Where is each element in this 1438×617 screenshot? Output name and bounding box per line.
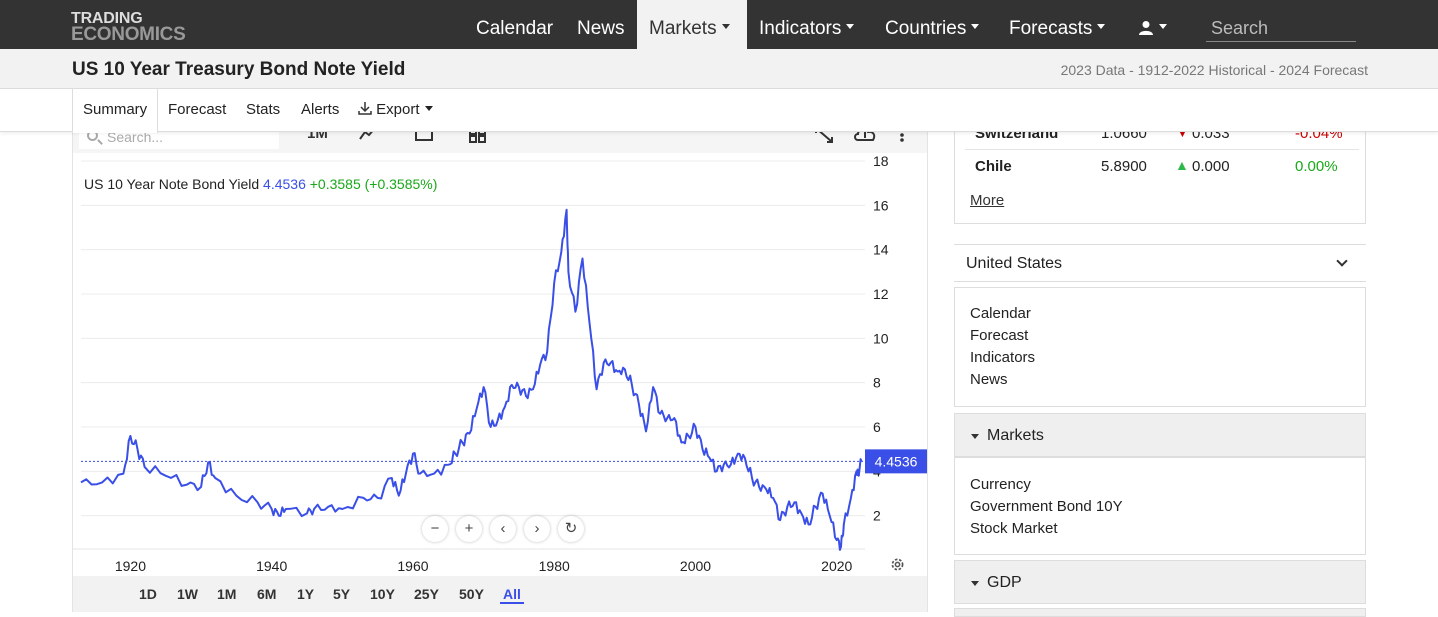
settings-gear-icon[interactable] <box>889 556 906 573</box>
zoom-in-button[interactable]: + <box>456 516 482 542</box>
pan-left-button[interactable]: ‹ <box>490 516 516 542</box>
link-stock-market[interactable]: Stock Market <box>970 520 1058 537</box>
nav-news[interactable]: News <box>565 0 637 49</box>
logo-line-2: ECONOMICS <box>71 24 186 45</box>
top-navbar: TRADING ECONOMICS Calendar News Markets … <box>0 0 1438 49</box>
x-tick-label: 2000 <box>680 558 711 574</box>
y-tick-label: 16 <box>873 197 889 213</box>
nav-countries-label: Countries <box>885 18 967 39</box>
download-icon <box>358 102 372 115</box>
nav-forecasts[interactable]: Forecasts <box>997 0 1117 49</box>
user-menu[interactable] <box>1126 0 1176 49</box>
nav-indicators[interactable]: Indicators <box>747 0 866 49</box>
yield-line-chart[interactable]: 246810121416181920194019601980200020204.… <box>73 153 927 577</box>
range-button[interactable]: 50Y <box>459 586 484 602</box>
caret-down-icon <box>846 24 855 30</box>
range-button[interactable]: 1W <box>177 586 198 602</box>
chart-panel: Search... 1M US 10 Year Note Bond Yield … <box>72 120 928 612</box>
user-icon <box>1139 21 1153 35</box>
y-tick-label: 18 <box>873 153 889 169</box>
more-link[interactable]: More <box>970 192 1004 209</box>
title-bar: US 10 Year Treasury Bond Note Yield 2023… <box>0 49 1438 89</box>
y-tick-label: 12 <box>873 286 889 302</box>
link-news[interactable]: News <box>970 371 1008 388</box>
country-select-value: United States <box>966 255 1063 272</box>
tab-alerts[interactable]: Alerts <box>291 89 349 132</box>
caret-down-icon <box>971 434 979 439</box>
markets-section-title: Markets <box>987 427 1044 444</box>
last-value-label: 4.4536 <box>875 453 918 469</box>
nav-news-label: News <box>577 18 625 39</box>
nav-indicators-label: Indicators <box>759 18 842 39</box>
page-title: US 10 Year Treasury Bond Note Yield <box>72 59 406 80</box>
y-tick-label: 14 <box>873 242 889 258</box>
page-meta: 2023 Data - 1912-2022 Historical - 2024 … <box>1060 62 1368 78</box>
x-tick-label: 1920 <box>115 558 146 574</box>
tab-summary[interactable]: Summary <box>72 89 159 133</box>
country-select[interactable]: United States <box>954 244 1366 282</box>
y-tick-label: 10 <box>873 330 889 346</box>
range-button[interactable]: 5Y <box>333 586 350 602</box>
caret-down-icon <box>424 105 433 111</box>
pan-right-button[interactable]: › <box>524 516 550 542</box>
link-currency[interactable]: Currency <box>970 476 1031 493</box>
link-government-bond[interactable]: Government Bond 10Y <box>970 498 1123 515</box>
markets-section-header[interactable]: Markets <box>954 413 1366 457</box>
x-tick-label: 1980 <box>539 558 570 574</box>
y-tick-label: 2 <box>873 508 881 524</box>
chevron-down-icon <box>1336 255 1348 267</box>
x-tick-label: 1960 <box>397 558 428 574</box>
caret-down-icon <box>721 24 730 30</box>
change-percent: 0.00% <box>1295 158 1338 175</box>
range-button-active[interactable]: All <box>500 586 524 604</box>
tab-stats[interactable]: Stats <box>236 89 290 132</box>
range-button[interactable]: 1M <box>217 586 236 602</box>
tab-export-label: Export <box>376 101 420 118</box>
caret-down-icon <box>971 581 979 586</box>
range-button[interactable]: 1D <box>139 586 157 602</box>
nav-markets[interactable]: Markets <box>637 0 747 49</box>
caret-down-icon <box>971 24 980 30</box>
x-tick-label: 1940 <box>256 558 287 574</box>
nav-calendar-label: Calendar <box>476 18 554 39</box>
zoom-out-button[interactable]: − <box>422 516 448 542</box>
link-indicators[interactable]: Indicators <box>970 349 1035 366</box>
range-button[interactable]: 10Y <box>370 586 395 602</box>
tabs-row: Summary Forecast Stats Alerts Export <box>0 89 1438 133</box>
table-row[interactable]: Chile 5.8900 ▲ 0.000 0.00% <box>965 150 1359 182</box>
country-name[interactable]: Chile <box>975 158 1012 175</box>
nav-countries[interactable]: Countries <box>873 0 991 49</box>
tab-export[interactable]: Export <box>348 89 443 132</box>
link-calendar[interactable]: Calendar <box>970 305 1031 322</box>
gdp-section-title: GDP <box>987 574 1022 591</box>
up-arrow-icon: ▲ <box>1175 157 1189 173</box>
series-line <box>80 208 863 551</box>
tab-forecast[interactable]: Forecast <box>158 89 236 132</box>
y-tick-label: 8 <box>873 375 881 391</box>
next-section-header <box>954 608 1366 617</box>
country-links: Calendar Forecast Indicators News <box>954 287 1366 407</box>
nav-calendar[interactable]: Calendar <box>464 0 565 49</box>
x-tick-label: 2020 <box>821 558 852 574</box>
nav-forecasts-label: Forecasts <box>1009 18 1093 39</box>
markets-links: Currency Government Bond 10Y Stock Marke… <box>954 457 1366 555</box>
caret-down-icon <box>1159 24 1167 30</box>
nav-markets-label: Markets <box>649 18 717 39</box>
link-forecast[interactable]: Forecast <box>970 327 1028 344</box>
range-button[interactable]: 1Y <box>297 586 314 602</box>
price: 5.8900 <box>1101 158 1147 175</box>
reset-chart-button[interactable]: ↻ <box>558 516 584 542</box>
trading-economics-logo[interactable]: TRADING ECONOMICS <box>71 10 201 45</box>
gdp-section-header[interactable]: GDP <box>954 560 1366 604</box>
y-tick-label: 6 <box>873 419 881 435</box>
range-button[interactable]: 6M <box>257 586 276 602</box>
range-button[interactable]: 25Y <box>414 586 439 602</box>
caret-down-icon <box>1097 24 1106 30</box>
range-selector: 1D 1W 1M 6M 1Y 5Y 10Y 25Y 50Y All <box>73 576 927 612</box>
change: 0.000 <box>1192 158 1230 175</box>
nav-search-input[interactable]: Search <box>1206 14 1356 42</box>
